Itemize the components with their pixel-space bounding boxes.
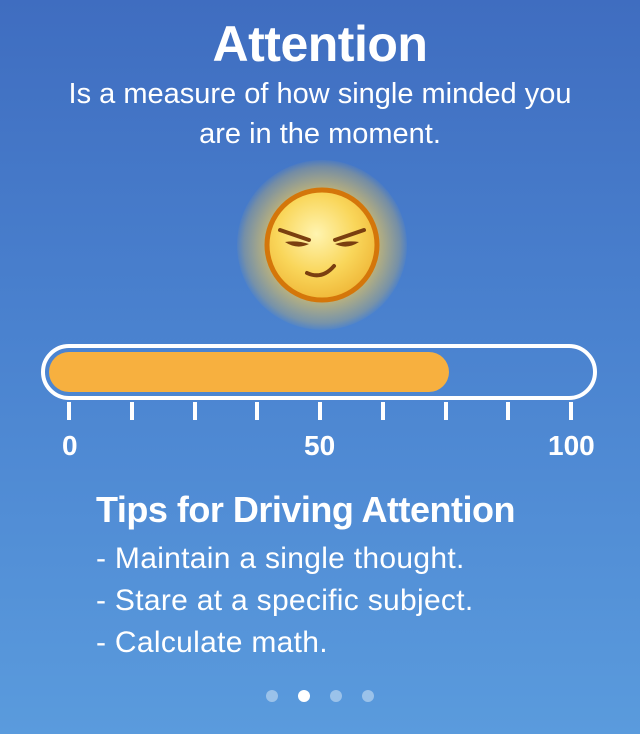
page-dot[interactable] (266, 690, 278, 702)
page-subtitle: Is a measure of how single minded you ar… (68, 78, 572, 150)
meter-label-mid: 50 (304, 430, 336, 461)
meter-tick (192, 402, 197, 420)
tip-item: - Calculate math. (96, 626, 328, 659)
meter-tick (67, 402, 71, 420)
tips-title: Tips for Driving Attention (96, 489, 515, 530)
meter-tick (318, 402, 322, 420)
meter-tick (569, 402, 573, 420)
page-indicator[interactable] (0, 690, 640, 702)
meter-tick (443, 402, 448, 420)
meter-ticks (41, 402, 597, 422)
page-dot[interactable] (298, 690, 310, 702)
focused-face-icon (237, 160, 407, 330)
page-title: Attention (212, 16, 428, 72)
meter-label-min: 0 (62, 430, 78, 461)
meter-tick (506, 402, 511, 420)
meter-label-max: 100 (548, 430, 595, 461)
meter-tick (129, 402, 134, 420)
meter-tick (255, 402, 260, 420)
tips-list: - Maintain a single thought. - Stare at … (96, 538, 474, 664)
attention-meter (41, 344, 597, 400)
meter-tick (380, 402, 385, 420)
page-dot[interactable] (330, 690, 342, 702)
tip-item: - Stare at a specific subject. (96, 584, 474, 617)
page-dot[interactable] (362, 690, 374, 702)
tip-item: - Maintain a single thought. (96, 542, 465, 575)
attention-meter-fill (49, 352, 449, 392)
